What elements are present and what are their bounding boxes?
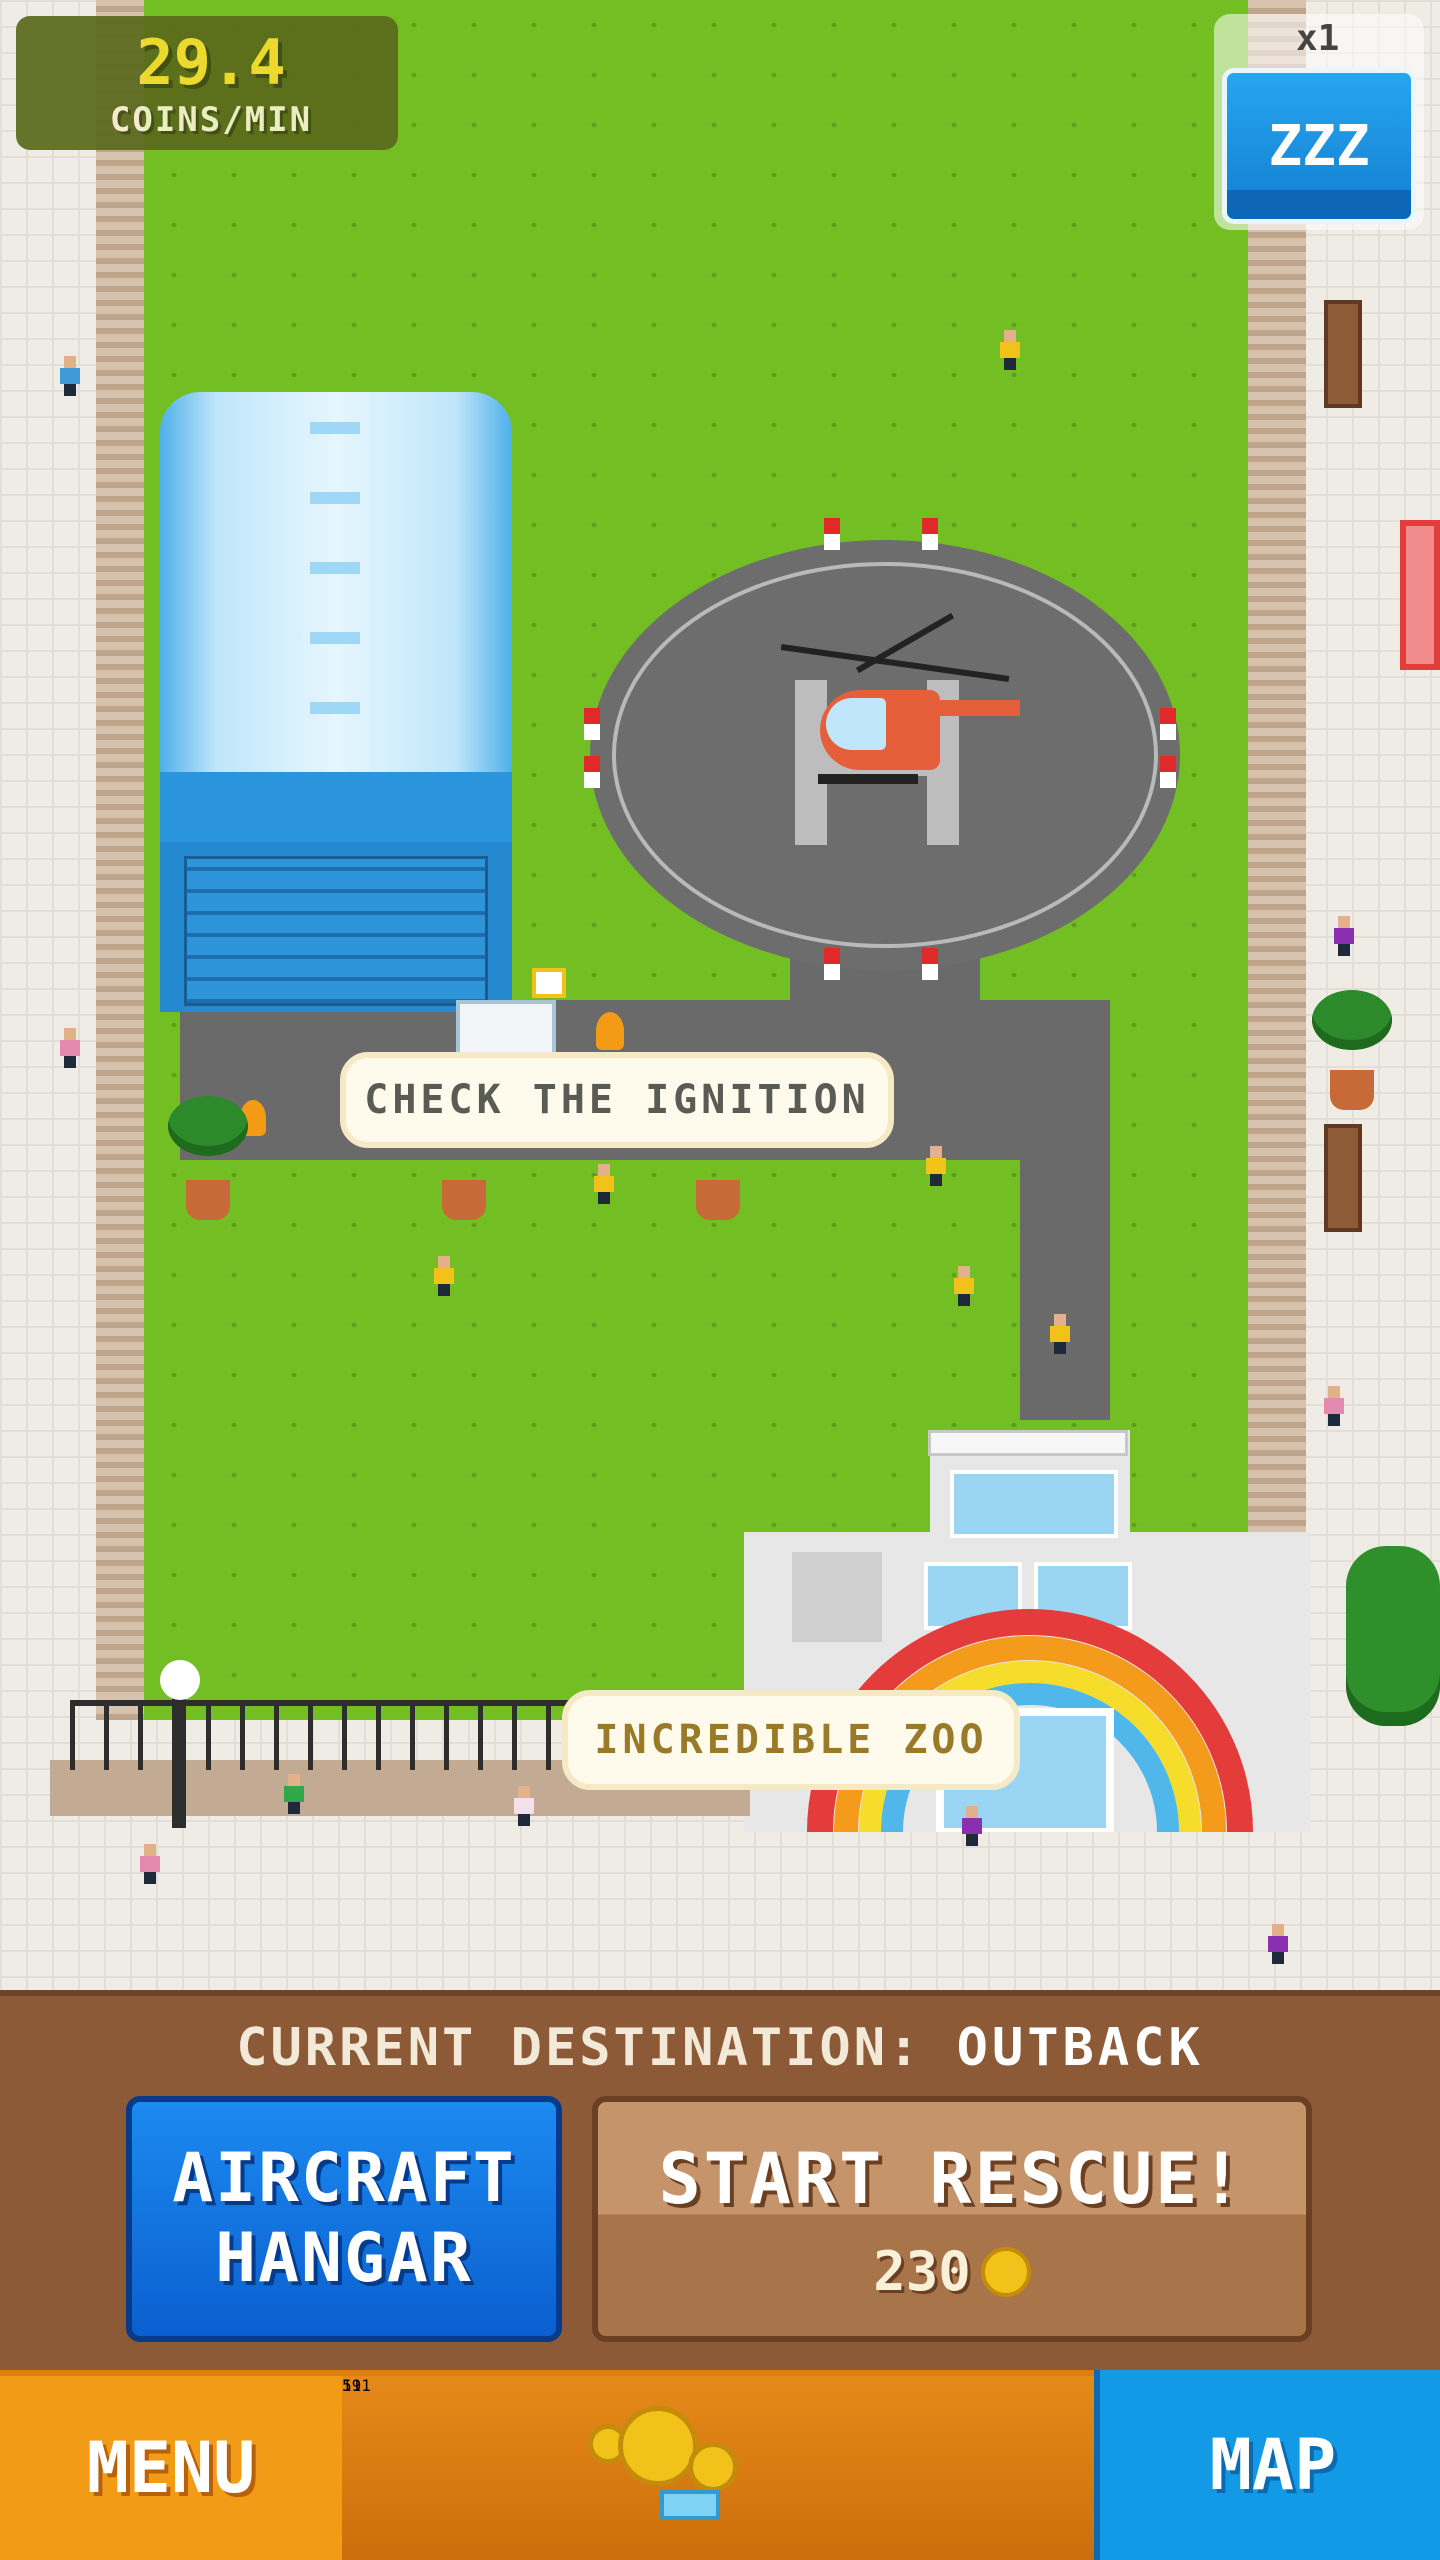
pad-light (584, 708, 600, 740)
start-rescue-button[interactable]: START RESCUE! 230 (592, 2096, 1312, 2342)
helicopter-skid (818, 774, 918, 784)
roof-strip (310, 562, 360, 574)
pad-light (824, 948, 840, 980)
visitor (1268, 1924, 1288, 1964)
current-destination: CURRENT DESTINATION: OUTBACK (0, 2018, 1440, 2078)
hangar-band (160, 772, 512, 842)
gem-balance: 11 (342, 2376, 362, 2395)
hangar-building[interactable] (160, 392, 512, 1012)
pad-light (824, 518, 840, 550)
roof-strip (310, 702, 360, 714)
start-rescue-label: START RESCUE! (658, 2138, 1246, 2220)
iron-fence (70, 1700, 570, 1770)
sign-edge (1400, 520, 1440, 670)
right-stone-wall (1248, 0, 1306, 1540)
tree-pot (186, 1180, 230, 1220)
fuel-truck (456, 1000, 556, 1056)
roof-strip (310, 492, 360, 504)
hangar-button-line1: AIRCRAFT (172, 2139, 516, 2218)
pad-light (1160, 756, 1176, 788)
left-stone-wall (96, 0, 144, 1720)
tree-pot (442, 1180, 486, 1220)
pad-light (1160, 708, 1176, 740)
coin-icon (980, 2246, 1031, 2297)
destination-value: OUTBACK (956, 2018, 1204, 2078)
visitor (60, 356, 80, 396)
pad-light (922, 948, 938, 980)
visitor (434, 1256, 454, 1296)
menu-button[interactable]: MENU (0, 2376, 348, 2560)
hangar-door (160, 842, 512, 1012)
visitor (514, 1786, 534, 1826)
flame-icon (596, 1012, 624, 1050)
visitor (926, 1146, 946, 1186)
visitor (1334, 916, 1354, 956)
destination-label: CURRENT DESTINATION: (236, 2018, 923, 2078)
zoo-speech-bubble[interactable]: INCREDIBLE ZOO (562, 1690, 1020, 1790)
warning-sign (532, 968, 566, 998)
visitor (954, 1266, 974, 1306)
tree (168, 1096, 248, 1156)
bench (1324, 300, 1362, 408)
visitor (60, 1028, 80, 1068)
map-button-label: MAP (1209, 2424, 1337, 2506)
menu-button-label: MENU (86, 2427, 256, 2509)
roof-strip (310, 632, 360, 644)
visitor (284, 1774, 304, 1814)
hangar-button-line2: HANGAR (215, 2219, 473, 2298)
speed-multiplier: x1 (1296, 18, 1340, 59)
tree (1312, 990, 1392, 1050)
pad-light (584, 756, 600, 788)
income-rate-panel: 29.4 COINS/MIN (16, 16, 398, 150)
map-button[interactable]: MAP (1094, 2370, 1440, 2560)
visitor (1000, 330, 1020, 370)
ignition-speech-bubble[interactable]: CHECK THE IGNITION (340, 1052, 894, 1148)
control-tower-roof (928, 1430, 1128, 1456)
sleep-icon: ZZZ (1268, 113, 1370, 179)
aircraft-hangar-button[interactable]: AIRCRAFT HANGAR (126, 2096, 562, 2342)
gem-icon (660, 2490, 720, 2520)
visitor (1050, 1314, 1070, 1354)
pad-light (922, 518, 938, 550)
hangar-roof (160, 392, 512, 772)
roof-strip (310, 422, 360, 434)
visitor (1324, 1386, 1344, 1426)
visitor (594, 1164, 614, 1204)
visitor (140, 1844, 160, 1884)
helicopter-window (826, 698, 886, 750)
bench (1324, 1124, 1362, 1232)
rescue-cost-value: 230 (873, 2240, 971, 2303)
income-rate-value: 29.4 (136, 26, 286, 99)
rescue-cost: 230 (598, 2240, 1306, 2303)
visitor (962, 1806, 982, 1846)
helicopter-tail (930, 700, 1020, 716)
taxiway-vertical (1020, 1000, 1110, 1420)
income-rate-unit: COINS/MIN (109, 100, 313, 140)
tree-pot (1330, 1070, 1374, 1110)
bush (1346, 1546, 1440, 1726)
sleep-button[interactable]: ZZZ (1222, 68, 1416, 224)
street-lamp-light (160, 1660, 200, 1700)
game-scene[interactable]: CHECK THE IGNITION INCREDIBLE ZOO 29.4 C… (0, 0, 1440, 2560)
tree-pot (696, 1180, 740, 1220)
